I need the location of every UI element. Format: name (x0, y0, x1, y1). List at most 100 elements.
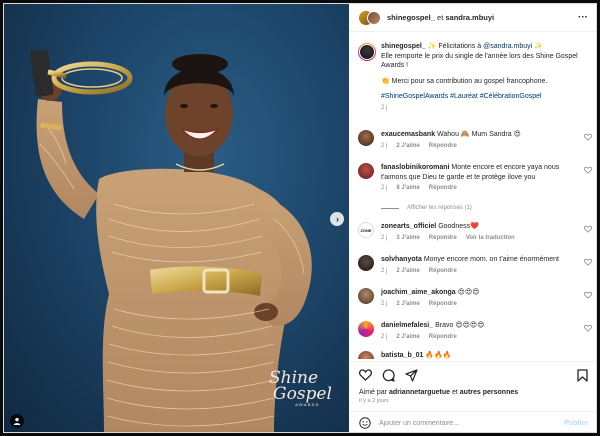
comment-body: 🔥🔥🔥 (425, 352, 452, 359)
comment-text: batista_b_01 🔥🔥🔥 (381, 351, 578, 359)
author-username[interactable]: shinegospel_ (387, 13, 435, 22)
comment-item: fanaslobinikoromani Monte encore et enco… (349, 163, 596, 191)
comments-scroll-area[interactable]: shinegospel_ ✨ Félicitations à @sandra.m… (349, 33, 596, 359)
comment-likes[interactable]: 8 J'aime (396, 185, 419, 191)
comment-text: fanaslobinikoromani Monte encore et enco… (381, 163, 578, 182)
see-translation-button[interactable]: Voir la traduction (466, 235, 515, 241)
caption-mention[interactable]: @sandra.mbuyi (483, 43, 532, 50)
comment-username[interactable]: batista_b_01 (381, 352, 423, 359)
comment-time[interactable]: 2 j (381, 235, 387, 241)
comment-reply-button[interactable]: Répondre (429, 268, 457, 274)
comment-time[interactable]: 2 j (381, 143, 387, 149)
save-bookmark-icon[interactable] (577, 368, 588, 382)
post-photo[interactable]: Shine Gospel AWARDS › (4, 4, 349, 432)
caption-text: shinegospel_ ✨ Félicitations à @sandra.m… (381, 42, 578, 102)
share-paper-plane-icon[interactable] (405, 368, 418, 382)
commenter-avatar[interactable] (358, 163, 374, 179)
liked-by-text: Aimé par adriannetarguetue et autres per… (359, 389, 588, 396)
comment-username[interactable]: joachim_aime_akonga (381, 289, 456, 296)
commenter-avatar[interactable] (358, 130, 374, 146)
collaborator-username[interactable]: sandra.mbuyi (445, 13, 494, 22)
comment-likes[interactable]: 3 J'aime (396, 235, 419, 241)
comment-username[interactable]: zonearts_officiel (381, 223, 436, 230)
view-replies-row: Afficher les réponses (1) (349, 201, 596, 211)
comment-item: joachim_aime_akonga 😍😍😍 2 j 2 J'aime Rép… (349, 288, 596, 307)
commenter-avatar[interactable] (358, 288, 374, 304)
comment-body: Goodness❤️ (438, 223, 479, 230)
comment-input[interactable] (379, 419, 565, 427)
like-heart-icon[interactable] (359, 369, 372, 381)
commenter-avatar[interactable] (358, 351, 374, 359)
caption: shinegospel_ ✨ Félicitations à @sandra.m… (349, 42, 596, 111)
comment-meta: 2 j 2 J'aime Répondre (381, 334, 578, 340)
comment-reply-button[interactable]: Répondre (429, 301, 457, 307)
comment-body: 😍😍😍 (457, 289, 480, 296)
caption-username[interactable]: shinegospel_ (381, 43, 426, 50)
comment-time[interactable]: 2 j (381, 301, 387, 307)
like-comment-heart-icon[interactable] (584, 225, 592, 233)
like-comment-heart-icon[interactable] (584, 133, 592, 141)
action-icons (359, 368, 588, 382)
like-comment-heart-icon[interactable] (584, 166, 592, 174)
caption-author-avatar[interactable] (358, 43, 376, 61)
ellipsis-icon: ··· (578, 12, 588, 23)
more-options-button[interactable]: ··· (578, 12, 588, 23)
tagged-users-button[interactable] (10, 414, 24, 428)
like-comment-heart-icon[interactable] (584, 258, 592, 266)
comment-username[interactable]: fanaslobinikoromani (381, 164, 449, 171)
comment-body: Bravo 😍😍😍😍 (435, 322, 485, 329)
comment-body: Wahou 🙈 Mum Sandra 😍 (437, 131, 521, 138)
comment-reply-button[interactable]: Répondre (429, 235, 457, 241)
comment-likes[interactable]: 2 J'aime (396, 268, 419, 274)
liked-by-others[interactable]: autres personnes (460, 389, 518, 396)
caption-time[interactable]: 2 j (381, 105, 387, 111)
comment-time[interactable]: 2 j (381, 185, 387, 191)
comment-likes[interactable]: 2 J'aime (396, 301, 419, 307)
chevron-right-icon: › (336, 213, 339, 224)
post-timestamp[interactable]: Il y a 2 jours (359, 398, 588, 404)
liked-by-user[interactable]: adriannetarguetue (389, 389, 450, 396)
caption-line1b: ✨ (532, 43, 543, 50)
comment-time[interactable]: 2 j (381, 268, 387, 274)
comment-body: Monye encore mom. on t'aime énormément (423, 256, 559, 263)
comment-text: danielmefalesi_ Bravo 😍😍😍😍 (381, 321, 578, 331)
authors-joiner: et (434, 13, 446, 22)
caption-meta: 2 j (381, 105, 578, 111)
view-replies-button[interactable]: Afficher les réponses (1) (381, 205, 578, 211)
comment-meta: 2 j 2 J'aime Répondre (381, 268, 578, 274)
comment-reply-button[interactable]: Répondre (429, 185, 457, 191)
emoji-smiley-icon[interactable] (359, 417, 371, 429)
post-authors: shinegospel_ et sandra.mbuyi (387, 13, 578, 22)
comment-time[interactable]: 2 j (381, 334, 387, 340)
comment-username[interactable]: danielmefalesi_ (381, 322, 433, 329)
like-comment-heart-icon[interactable] (584, 291, 592, 299)
comment-reply-button[interactable]: Répondre (429, 143, 457, 149)
commenter-avatar[interactable] (358, 321, 374, 337)
shine-gospel-awards-watermark: Shine Gospel AWARDS (269, 370, 332, 408)
post-header: shinegospel_ et sandra.mbuyi ··· (349, 4, 596, 32)
liked-by-joiner: et (450, 389, 460, 396)
comment-username[interactable]: solvhanyota (381, 256, 422, 263)
comment-likes[interactable]: 2 J'aime (396, 143, 419, 149)
comment-reply-button[interactable]: Répondre (429, 334, 457, 340)
comment-text: joachim_aime_akonga 😍😍😍 (381, 288, 578, 298)
comment-likes[interactable]: 2 J'aime (396, 334, 419, 340)
like-comment-heart-icon[interactable] (584, 324, 592, 332)
carousel-next-button[interactable]: › (330, 212, 344, 226)
comment-bubble-icon[interactable] (382, 368, 395, 382)
view-replies-label: Afficher les réponses (1) (407, 205, 472, 211)
comment-meta: 2 j 2 J'aime Répondre (381, 143, 578, 149)
post-side-panel: shinegospel_ et sandra.mbuyi ··· shinego… (349, 4, 596, 432)
collaborator-avatar[interactable] (367, 10, 381, 25)
comment-meta: 2 j 2 J'aime Répondre (381, 301, 578, 307)
comment-item: exaucemasbank Wahou 🙈 Mum Sandra 😍 2 j 2… (349, 130, 596, 149)
comment-username[interactable]: exaucemasbank (381, 131, 435, 138)
publish-button[interactable]: Publier (564, 420, 588, 427)
commenter-avatar[interactable]: ZONE (358, 222, 374, 238)
commenter-avatar[interactable] (358, 255, 374, 271)
caption-hashtags[interactable]: #ShineGospelAwards #Lauréat #Célébration… (381, 92, 578, 102)
post-actions: Aimé par adriannetarguetue et autres per… (349, 361, 596, 404)
liked-by-prefix: Aimé par (359, 389, 389, 396)
comment-item: batista_b_01 🔥🔥🔥 (349, 351, 596, 359)
comment-text: solvhanyota Monye encore mom. on t'aime … (381, 255, 578, 265)
